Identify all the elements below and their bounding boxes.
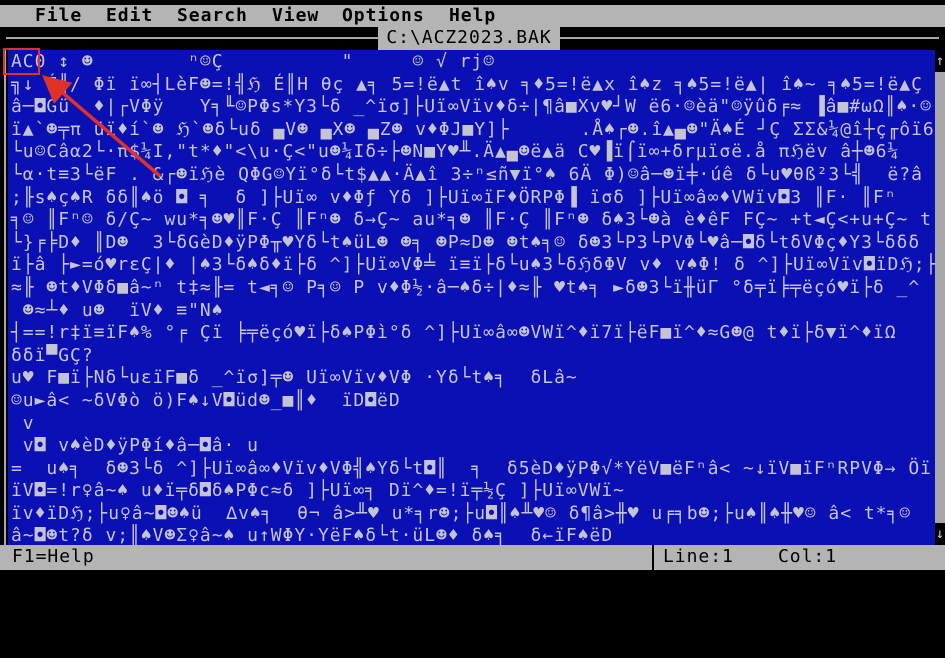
annotation-arrow-line [42, 75, 162, 178]
annotation-arrow [42, 75, 162, 178]
